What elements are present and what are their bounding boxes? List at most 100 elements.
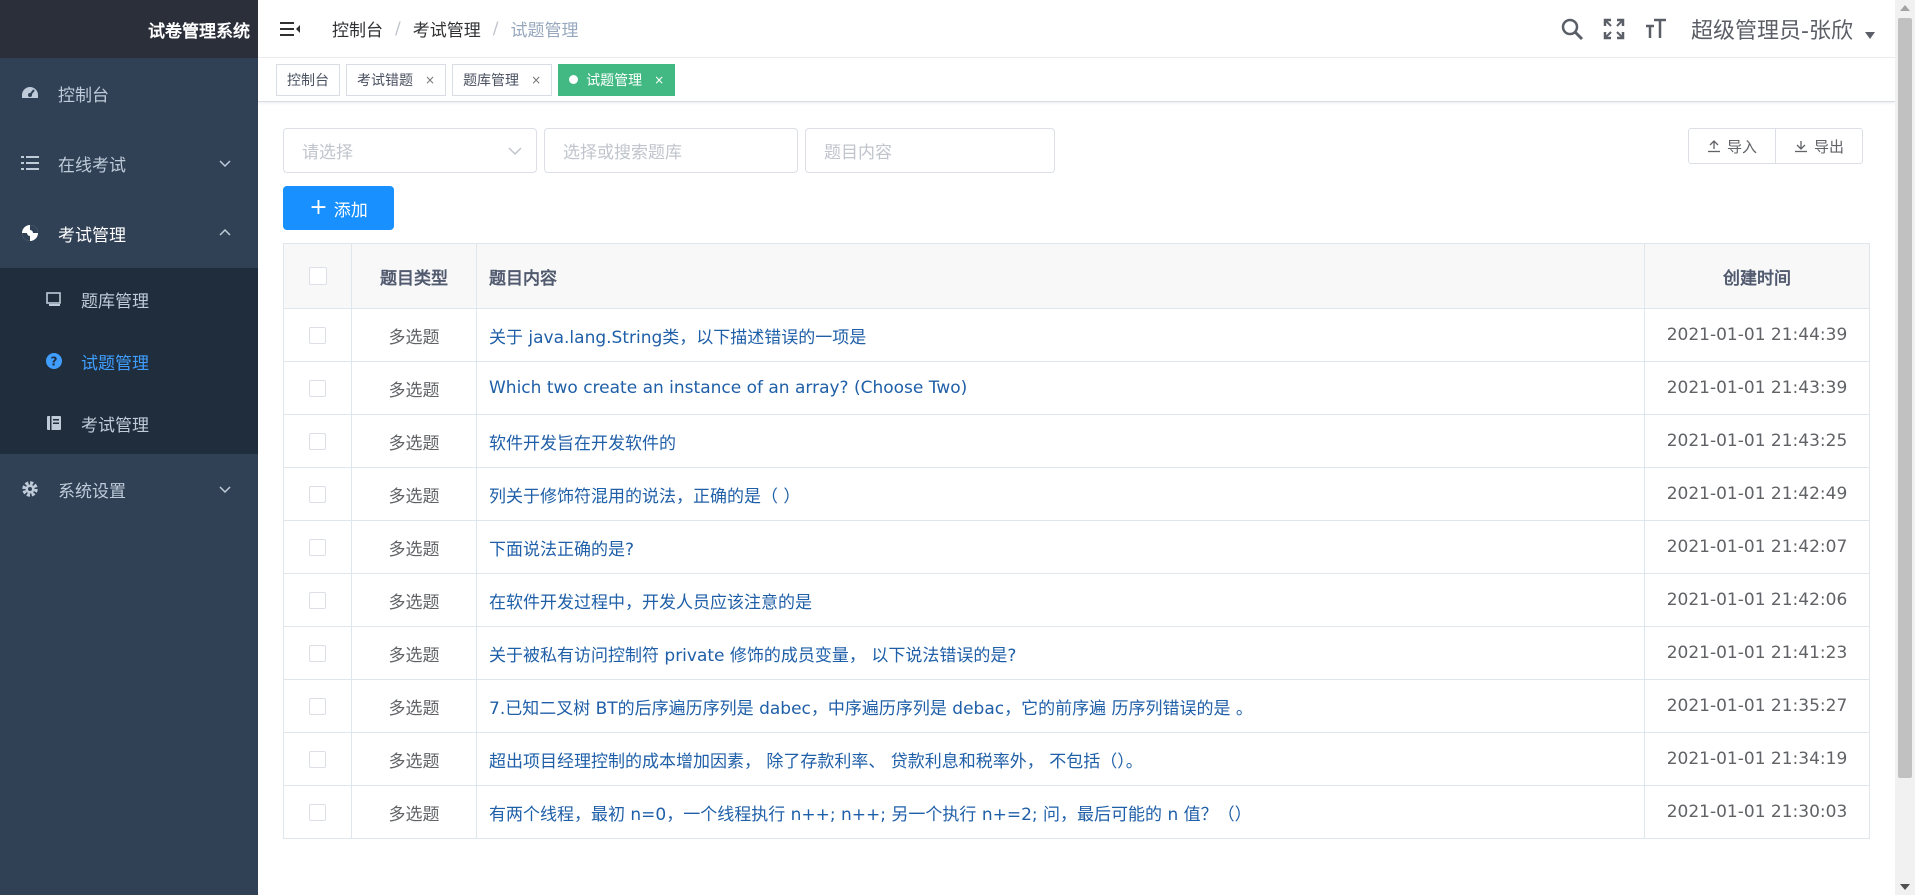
table-row[interactable]: 多选题 7.已知二叉树 BT的后序遍历序列是 dabec，中序遍历序列是 deba…: [283, 679, 1870, 733]
question-type-select[interactable]: 请选择: [283, 128, 537, 173]
sidebar-item-label: 系统设置: [58, 481, 126, 502]
close-icon[interactable]: ×: [425, 73, 435, 87]
export-label: 导出: [1814, 137, 1845, 156]
tags-view: 控制台 考试错题 × 题库管理 × 试题管理 ×: [258, 58, 1895, 102]
navbar: 控制台 / 考试管理 / 试题管理 超级管理员-张欣: [258, 0, 1895, 58]
book-icon: [45, 414, 63, 432]
row-select-cell: [283, 520, 352, 574]
sidebar-item-question-bank[interactable]: 题库管理: [0, 268, 258, 330]
chevron-down-icon: [508, 146, 522, 155]
table-row[interactable]: 多选题 Which two create an instance of an ar…: [283, 361, 1870, 415]
table-row[interactable]: 多选题 下面说法正确的是? 2021-01-01 21:42:07: [283, 520, 1870, 574]
table-row[interactable]: 多选题 列关于修饰符混用的说法，正确的是（ ） 2021-01-01 21:42:4…: [283, 467, 1870, 521]
question-icon: ?: [45, 352, 63, 370]
row-checkbox[interactable]: [309, 803, 326, 821]
tag-label: 试题管理: [586, 72, 643, 89]
search-icon[interactable]: [1559, 16, 1585, 42]
question-content-link[interactable]: 关于 java.lang.String类，以下描述错误的一项是: [476, 308, 1645, 362]
question-type-cell: 多选题: [351, 732, 477, 786]
row-select-cell: [283, 573, 352, 627]
caret-down-icon: [1865, 32, 1875, 39]
table-row[interactable]: 多选题 超出项目经理控制的成本增加因素， 除了存款利率、 贷款利息和税率外， 不包…: [283, 732, 1870, 786]
user-dropdown[interactable]: 超级管理员-张欣: [1691, 13, 1875, 45]
tag-dashboard[interactable]: 控制台: [276, 63, 340, 96]
page-scrollbar[interactable]: [1895, 0, 1915, 895]
close-icon[interactable]: ×: [654, 73, 664, 87]
table-row[interactable]: 多选题 在软件开发过程中，开发人员应该注意的是 2021-01-01 21:42:0…: [283, 573, 1870, 627]
row-checkbox[interactable]: [309, 591, 326, 609]
table-row[interactable]: 多选题 软件开发旨在开发软件的 2021-01-01 21:43:25: [283, 414, 1870, 468]
sidebar-item-exam-admin[interactable]: 考试管理: [0, 392, 258, 454]
sidebar-item-dashboard[interactable]: 控制台: [0, 58, 258, 128]
sidebar-item-system-settings[interactable]: 系统设置: [0, 454, 258, 524]
question-content-link[interactable]: 软件开发旨在开发软件的: [476, 414, 1645, 468]
row-checkbox[interactable]: [309, 538, 326, 556]
breadcrumb-item-dashboard[interactable]: 控制台: [332, 16, 383, 41]
sidebar-item-label: 考试管理: [58, 225, 126, 246]
fullscreen-icon[interactable]: [1601, 16, 1627, 42]
tag-exam-mistakes[interactable]: 考试错题 ×: [346, 63, 447, 96]
row-checkbox[interactable]: [309, 485, 326, 503]
question-content-link[interactable]: 列关于修饰符混用的说法，正确的是（ ）: [476, 467, 1645, 521]
list-icon: [20, 153, 40, 173]
hamburger-menu-icon[interactable]: [278, 17, 302, 41]
question-content-link[interactable]: 有两个线程，最初 n=0，一个线程执行 n++; n++; 另一个执行 n+=2…: [476, 785, 1645, 839]
row-checkbox[interactable]: [309, 697, 326, 715]
exam-icon: [20, 223, 40, 243]
chevron-down-icon: [219, 486, 231, 494]
table-header-row: 题目类型 题目内容 创建时间: [283, 243, 1870, 309]
tag-label: 题库管理: [463, 72, 520, 89]
sidebar-item-exam-management[interactable]: 考试管理: [0, 198, 258, 268]
app-logo-title: 试卷管理系统: [0, 0, 258, 58]
close-icon[interactable]: ×: [531, 73, 541, 87]
row-checkbox[interactable]: [309, 644, 326, 662]
question-content-link[interactable]: Which two create an instance of an array…: [476, 361, 1645, 415]
created-time-cell: 2021-01-01 21:43:25: [1644, 414, 1870, 468]
import-export-group: 导入 导出: [1688, 128, 1864, 164]
sidebar-item-label: 控制台: [58, 85, 109, 106]
row-select-cell: [283, 679, 352, 733]
tag-question-bank[interactable]: 题库管理 ×: [452, 63, 553, 96]
tag-label: 控制台: [287, 72, 329, 89]
import-label: 导入: [1727, 137, 1758, 156]
row-checkbox[interactable]: [309, 326, 326, 344]
plus-icon: +: [309, 195, 328, 220]
tag-question-management[interactable]: 试题管理 ×: [558, 63, 676, 96]
question-content-link[interactable]: 7.已知二叉树 BT的后序遍历序列是 dabec，中序遍历序列是 debac，它…: [476, 679, 1645, 733]
import-button[interactable]: 导入: [1688, 128, 1777, 164]
table-row[interactable]: 多选题 关于被私有访问控制符 private 修饰的成员变量， 以下说法错误的是?…: [283, 626, 1870, 680]
select-all-checkbox[interactable]: [308, 267, 327, 285]
header-created-time: 创建时间: [1644, 243, 1870, 309]
question-content-link[interactable]: 在软件开发过程中，开发人员应该注意的是: [476, 573, 1645, 627]
created-time-cell: 2021-01-01 21:43:39: [1644, 361, 1870, 415]
question-content-input[interactable]: 题目内容: [805, 128, 1055, 173]
font-size-icon[interactable]: [1643, 16, 1669, 42]
sidebar-item-label: 题库管理: [81, 291, 149, 312]
scrollbar-thumb[interactable]: [1898, 18, 1912, 778]
export-button[interactable]: 导出: [1776, 128, 1864, 164]
question-content-link[interactable]: 关于被私有访问控制符 private 修饰的成员变量， 以下说法错误的是?: [476, 626, 1645, 680]
question-type-cell: 多选题: [351, 308, 477, 362]
breadcrumb-item-exam-management[interactable]: 考试管理: [413, 16, 481, 41]
question-bank-select[interactable]: 选择或搜索题库: [544, 128, 798, 173]
header-question-type: 题目类型: [351, 243, 477, 309]
add-question-button[interactable]: + 添加: [283, 186, 394, 230]
question-type-cell: 多选题: [351, 467, 477, 521]
question-content-link[interactable]: 下面说法正确的是?: [476, 520, 1645, 574]
breadcrumb-item-current: 试题管理: [510, 21, 579, 41]
table-row[interactable]: 多选题 关于 java.lang.String类，以下描述错误的一项是 2021-0…: [283, 308, 1870, 362]
sidebar: 试卷管理系统 控制台 在线考试 考试管理 题库管理 ? 试题管理 考试管理 系统…: [0, 0, 258, 895]
scroll-down-arrow[interactable]: [1900, 884, 1910, 890]
sidebar-item-question-management[interactable]: ? 试题管理: [0, 330, 258, 392]
row-select-cell: [283, 785, 352, 839]
created-time-cell: 2021-01-01 21:42:49: [1644, 467, 1870, 521]
sidebar-item-online-exam[interactable]: 在线考试: [0, 128, 258, 198]
question-content-link[interactable]: 超出项目经理控制的成本增加因素， 除了存款利率、 贷款利息和税率外， 不包括（）…: [476, 732, 1645, 786]
created-time-cell: 2021-01-01 21:44:39: [1644, 308, 1870, 362]
row-checkbox[interactable]: [309, 379, 326, 397]
row-checkbox[interactable]: [309, 432, 326, 450]
row-checkbox[interactable]: [309, 750, 326, 768]
table-row[interactable]: 多选题 有两个线程，最初 n=0，一个线程执行 n++; n++; 另一个执行 n…: [283, 785, 1870, 839]
scroll-up-arrow[interactable]: [1900, 5, 1910, 11]
breadcrumb-separator: /: [395, 18, 401, 39]
